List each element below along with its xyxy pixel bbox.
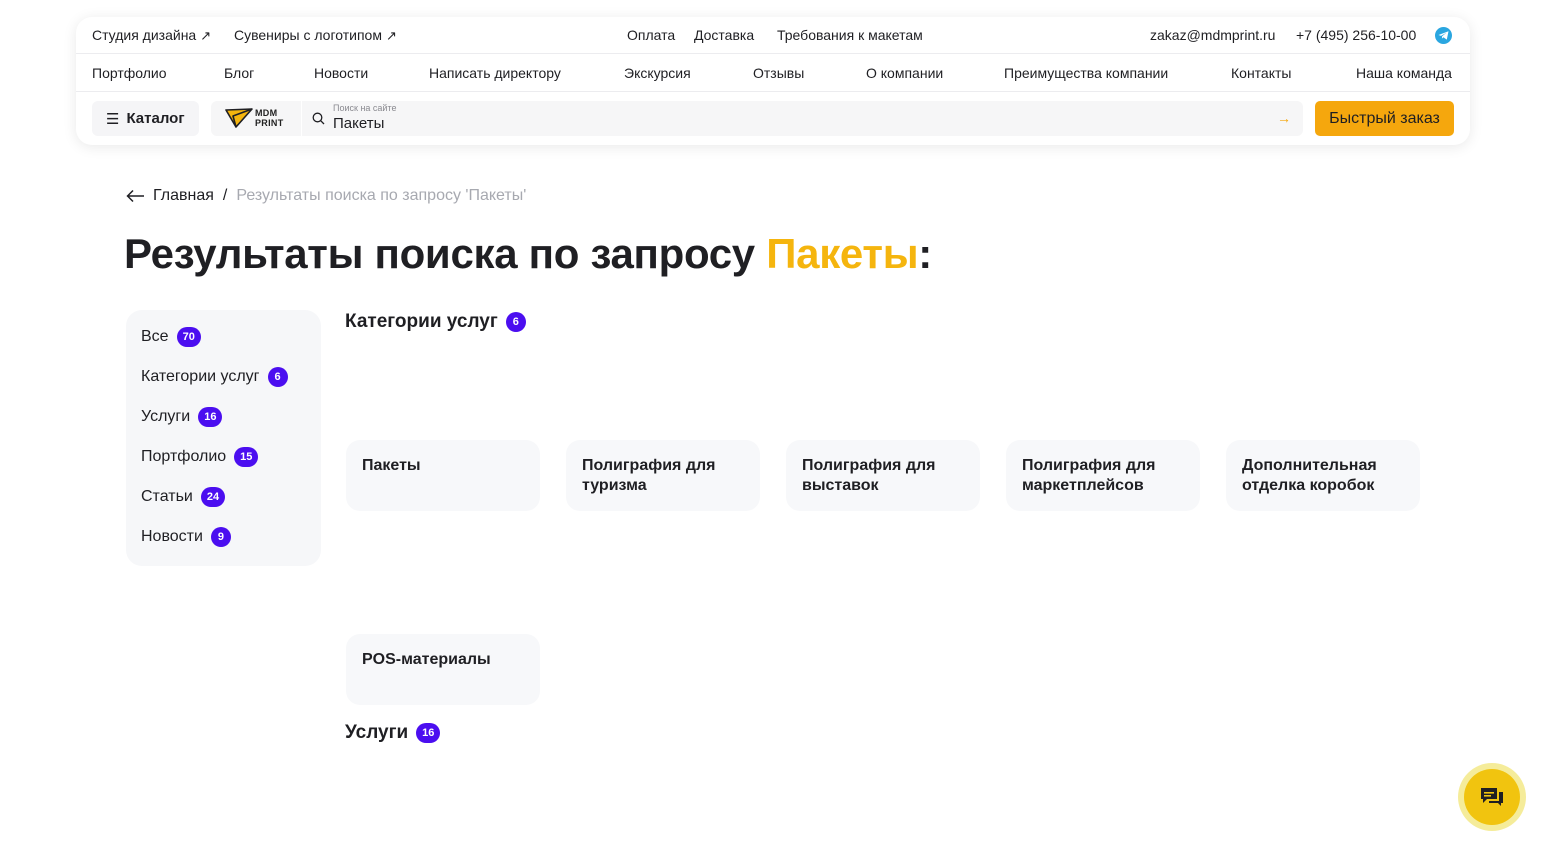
- breadcrumb-current: Результаты поиска по запросу 'Пакеты': [236, 187, 527, 204]
- category-card[interactable]: Пакеты: [346, 440, 540, 511]
- filter-categories[interactable]: Категории услуг 6: [141, 367, 288, 387]
- search-input[interactable]: Пакеты: [333, 115, 384, 132]
- filter-news[interactable]: Новости 9: [141, 527, 231, 547]
- nav-item-news[interactable]: Новости: [314, 65, 368, 81]
- count-badge: 6: [505, 312, 526, 332]
- section-title-services: Услуги 16: [345, 722, 441, 744]
- count-badge: 6: [267, 367, 288, 387]
- search-caption: Поиск на сайте: [333, 103, 397, 113]
- arrow-up-right-icon: ↗: [200, 28, 212, 43]
- link-design-studio[interactable]: Студия дизайна ↗: [92, 27, 211, 44]
- search-icon: [312, 112, 325, 130]
- nav-item-portfolio[interactable]: Портфолио: [92, 65, 167, 81]
- breadcrumb-home[interactable]: Главная: [153, 187, 214, 205]
- arrow-right-icon[interactable]: →: [1277, 110, 1291, 126]
- site-logo[interactable]: MDM PRINT: [225, 107, 285, 131]
- category-card[interactable]: Полиграфия для маркетплейсов: [1006, 440, 1200, 511]
- category-card[interactable]: Дополнительная отделка коробок: [1226, 440, 1420, 511]
- top-bar: Студия дизайна ↗ Сувениры с логотипом ↗ Оп…: [76, 17, 1470, 54]
- menu-icon: ☰: [106, 110, 120, 128]
- search-query-highlight: Пакеты: [766, 230, 919, 277]
- link-souvenirs[interactable]: Сувениры с логотипом ↗: [234, 27, 397, 44]
- email-link[interactable]: zakaz@mdmprint.ru: [1150, 27, 1275, 43]
- count-badge: 24: [200, 487, 226, 507]
- search-bar[interactable]: MDM PRINT Поиск на сайте Пакеты →: [211, 101, 1303, 136]
- results-filter: Все 70 Категории услуг 6 Услуги 16 Портфоли…: [126, 310, 321, 566]
- filter-all[interactable]: Все 70: [141, 327, 201, 347]
- chat-icon: [1464, 769, 1520, 825]
- nav-item-about[interactable]: О компании: [866, 65, 943, 81]
- link-payment[interactable]: Оплата: [627, 27, 675, 43]
- catalog-label: Каталог: [126, 110, 185, 127]
- count-badge: 16: [416, 723, 441, 743]
- breadcrumb: Главная / Результаты поиска по запросу '…: [126, 186, 526, 206]
- logo-plane-icon: [225, 108, 253, 128]
- nav-item-team[interactable]: Наша команда: [1356, 65, 1452, 81]
- filter-services[interactable]: Услуги 16: [141, 407, 223, 427]
- filter-portfolio[interactable]: Портфолио 15: [141, 447, 259, 467]
- count-badge: 70: [176, 327, 201, 347]
- section-title-categories: Категории услуг 6: [345, 311, 526, 333]
- arrow-left-icon[interactable]: [126, 189, 145, 203]
- nav-item-excursion[interactable]: Экскурсия: [624, 65, 691, 81]
- phone-link[interactable]: +7 (495) 256-10-00: [1296, 27, 1416, 43]
- count-badge: 15: [234, 447, 259, 467]
- category-card[interactable]: Полиграфия для выставок: [786, 440, 980, 511]
- link-delivery[interactable]: Доставка: [694, 27, 754, 43]
- count-badge: 9: [210, 527, 231, 547]
- search-divider: [301, 101, 302, 136]
- link-requirements[interactable]: Требования к макетам: [777, 27, 923, 43]
- logo-text: MDM PRINT: [255, 108, 284, 128]
- category-card[interactable]: POS-материалы: [346, 634, 540, 705]
- nav-item-blog[interactable]: Блог: [224, 65, 254, 81]
- filter-articles[interactable]: Статьи 24: [141, 487, 226, 507]
- breadcrumb-separator: /: [222, 187, 228, 204]
- page-title: Результаты поиска по запросу Пакеты:: [124, 230, 932, 277]
- telegram-icon[interactable]: [1435, 27, 1452, 44]
- nav-item-reviews[interactable]: Отзывы: [753, 65, 804, 81]
- arrow-up-right-icon: ↗: [385, 28, 397, 43]
- category-card[interactable]: Полиграфия для туризма: [566, 440, 760, 511]
- main-nav: Портфолио Блог Новости Написать директор…: [76, 54, 1470, 92]
- nav-item-contacts[interactable]: Контакты: [1231, 65, 1291, 81]
- catalog-button[interactable]: ☰ Каталог: [92, 101, 199, 136]
- quick-order-button[interactable]: Быстрый заказ: [1315, 101, 1454, 136]
- nav-item-advantages[interactable]: Преимущества компании: [1004, 65, 1168, 81]
- nav-item-write-director[interactable]: Написать директору: [429, 65, 561, 81]
- site-header: Студия дизайна ↗ Сувениры с логотипом ↗ Оп…: [76, 17, 1470, 145]
- chat-button[interactable]: [1458, 763, 1526, 831]
- toolbar: ☰ Каталог MDM PRINT Поиск на сайте Пакет…: [76, 92, 1470, 145]
- count-badge: 16: [198, 407, 223, 427]
